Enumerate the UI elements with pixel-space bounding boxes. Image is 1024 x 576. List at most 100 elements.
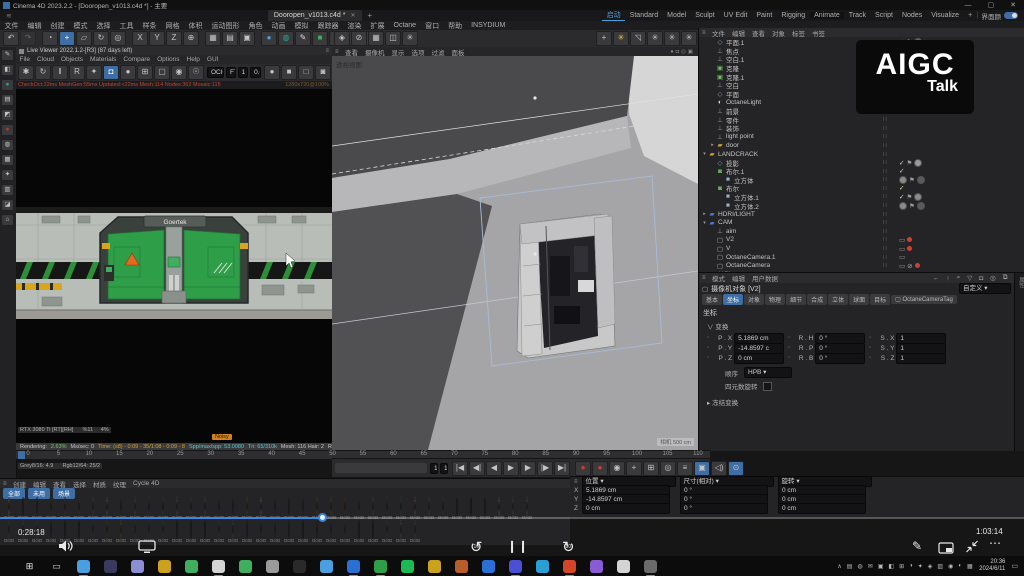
- menu-item[interactable]: 文件: [0, 21, 23, 31]
- object-name[interactable]: aim: [726, 228, 736, 235]
- tray-icon[interactable]: ✦: [918, 563, 923, 570]
- lv-menu-item[interactable]: File: [16, 56, 33, 63]
- object-name[interactable]: 平面: [726, 89, 739, 99]
- attribute-tab-立体[interactable]: 立体: [828, 294, 848, 305]
- material-swatch[interactable]: OctG: [352, 521, 366, 544]
- taskview-button[interactable]: ▭: [50, 560, 63, 573]
- attr-nav-icon[interactable]: ↑: [943, 275, 953, 282]
- compositing-tag-icon[interactable]: ⚑: [909, 202, 915, 210]
- compositing-tag-icon[interactable]: ⚑: [909, 176, 915, 184]
- close-button[interactable]: ✕: [1002, 1, 1024, 9]
- cursor-add-icon[interactable]: +: [596, 31, 612, 46]
- prev-key-icon[interactable]: ◀|: [469, 461, 485, 476]
- attribute-tab-球面[interactable]: 球面: [849, 294, 869, 305]
- texture-tag-icon[interactable]: [899, 176, 907, 184]
- keyframe-icon[interactable]: ◉: [609, 461, 625, 476]
- notification-icon[interactable]: ▭: [1011, 562, 1018, 570]
- material-ball[interactable]: [134, 520, 136, 539]
- material-ball[interactable]: [512, 497, 514, 516]
- visibility-dots[interactable]: ∷: [883, 219, 897, 226]
- taskbar-app-icon[interactable]: [293, 560, 306, 573]
- select-tool-icon[interactable]: ◔: [42, 31, 58, 46]
- live-viewer-titlebar[interactable]: Live Viewer 2022.1.2-[R3] (87 days left)…: [16, 47, 332, 55]
- edges-mode-icon[interactable]: ▦: [1, 154, 14, 166]
- pause-button[interactable]: ❙❙: [507, 539, 529, 553]
- z-axis-lock[interactable]: Z: [166, 31, 182, 46]
- param-key-icon[interactable]: ≡: [677, 461, 693, 476]
- material-filter-未用[interactable]: 未用: [28, 488, 50, 499]
- add-region-icon[interactable]: ⊞: [137, 65, 153, 80]
- undo-icon[interactable]: ↶: [3, 31, 19, 46]
- preset-dropdown[interactable]: 自定义 ▾: [959, 283, 1011, 294]
- attribute-tab-物理[interactable]: 物理: [765, 294, 785, 305]
- visibility-dots[interactable]: ∷: [883, 193, 897, 200]
- taskbar-app-icon[interactable]: [563, 560, 576, 573]
- coord-field[interactable]: 0 cm: [582, 503, 670, 514]
- object-name[interactable]: OctaneCamera: [726, 262, 770, 269]
- material-ball[interactable]: [64, 497, 66, 516]
- attribute-tab-对象[interactable]: 对象: [744, 294, 764, 305]
- material-ball[interactable]: [106, 520, 108, 539]
- material-ball[interactable]: [22, 497, 24, 516]
- enabled-check-icon[interactable]: ✓: [899, 159, 904, 167]
- material-ball[interactable]: [260, 497, 262, 516]
- texture-tag-icon[interactable]: [914, 159, 922, 167]
- om-menu-item[interactable]: 标签: [789, 28, 809, 38]
- taskbar-app-icon[interactable]: [239, 560, 252, 573]
- last-tool-icon[interactable]: ◎: [110, 31, 126, 46]
- visibility-dots[interactable]: ∷: [883, 262, 897, 269]
- viewport-menu-item[interactable]: 过滤: [428, 47, 448, 57]
- redo-icon[interactable]: ↷: [20, 31, 36, 46]
- om-menu-item[interactable]: 查看: [749, 28, 769, 38]
- end-frame-field[interactable]: 110 F: [440, 463, 448, 474]
- menu-item[interactable]: 动画: [267, 21, 290, 31]
- material-menu-item[interactable]: 材质: [90, 479, 110, 489]
- visibility-dots[interactable]: ∷: [883, 168, 897, 175]
- material-ball[interactable]: [78, 497, 80, 516]
- object-name[interactable]: 立方体.2: [734, 201, 759, 211]
- material-ball[interactable]: [8, 520, 10, 539]
- object-name[interactable]: LANDCRACK: [718, 151, 758, 158]
- menu-item[interactable]: 渲染: [343, 21, 366, 31]
- om-menu-item[interactable]: 对象: [769, 28, 789, 38]
- material-swatch[interactable]: OctG: [268, 521, 282, 544]
- render-canvas[interactable]: Goertek: [16, 89, 332, 417]
- rewind-10-button[interactable]: ↺10: [470, 539, 483, 556]
- visibility-dots[interactable]: ∷: [883, 211, 897, 218]
- menu-item[interactable]: 扩展: [366, 21, 389, 31]
- start-button[interactable]: ⊞: [23, 560, 36, 573]
- video-progress-bar[interactable]: [0, 516, 1024, 519]
- ocio-select[interactable]: OCIO:<sRGB>: [207, 67, 224, 78]
- compositing-tag-icon[interactable]: ⚑: [906, 159, 912, 167]
- rotation-key-icon[interactable]: ◎: [660, 461, 676, 476]
- ban-icon[interactable]: ⊘: [907, 262, 912, 270]
- attribute-tab-目标[interactable]: 目标: [870, 294, 890, 305]
- value-field[interactable]: 1: [896, 353, 946, 364]
- tray-icon[interactable]: ∧: [837, 563, 841, 570]
- compositing-tag-icon[interactable]: ⚑: [906, 193, 912, 201]
- taskbar-app-icon[interactable]: [428, 560, 441, 573]
- coord-field[interactable]: 0 cm: [778, 503, 866, 514]
- material-ball[interactable]: [288, 497, 290, 516]
- focus-pick-icon[interactable]: ●: [120, 65, 136, 80]
- material-swatch[interactable]: OctG: [338, 521, 352, 544]
- attr-nav-icon[interactable]: ⌕: [953, 274, 964, 282]
- layout-tab[interactable]: Track: [844, 12, 870, 19]
- menu-item[interactable]: 创建: [46, 21, 69, 31]
- protection-tag-icon[interactable]: ▭: [899, 245, 905, 253]
- material-swatch[interactable]: OctG: [156, 521, 170, 544]
- side-tab-strip[interactable]: 属性: [1014, 273, 1024, 451]
- visibility-dots[interactable]: ∷: [883, 142, 897, 149]
- layout-tab[interactable]: Standard: [625, 12, 662, 19]
- snap-disabled-icon[interactable]: ⊘: [351, 31, 367, 46]
- coord-system-icon[interactable]: ⊕: [183, 31, 199, 46]
- value-field[interactable]: 0 °: [815, 353, 865, 364]
- om-menu-item[interactable]: 编辑: [729, 28, 749, 38]
- visibility-dots[interactable]: ∷: [883, 236, 897, 243]
- material-ball[interactable]: [246, 497, 248, 516]
- sound-icon[interactable]: ◁): [711, 461, 727, 476]
- menu-item[interactable]: INSYDIUM: [467, 22, 510, 29]
- material-ball[interactable]: [316, 497, 318, 516]
- menu-item[interactable]: 运动图形: [207, 21, 244, 31]
- octane-icon[interactable]: ◍: [278, 31, 294, 46]
